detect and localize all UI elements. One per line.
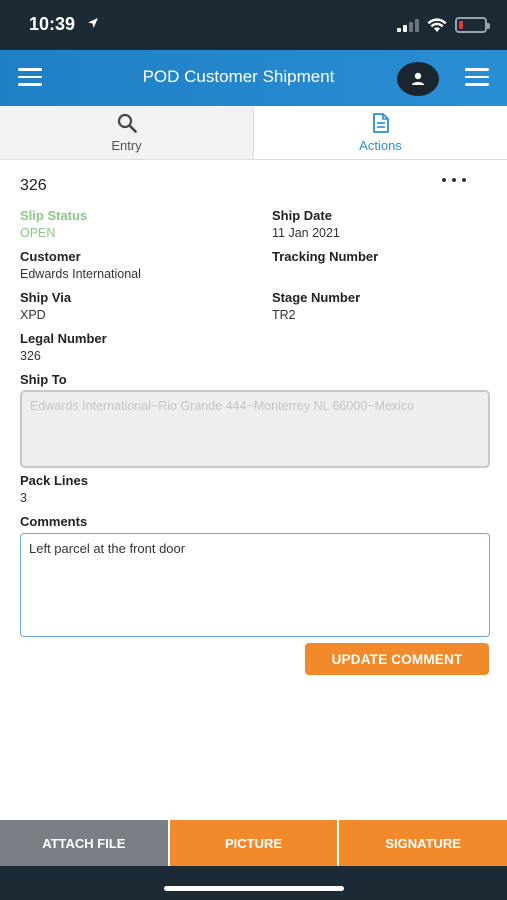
- customer-value: Edwards International: [20, 267, 141, 281]
- document-icon: [372, 113, 389, 133]
- battery-icon: [455, 17, 490, 33]
- attach-file-button[interactable]: ATTACH FILE: [0, 820, 170, 866]
- menu-right-hamburger-icon[interactable]: [465, 68, 489, 88]
- ship-to-field: Ship To: [20, 372, 67, 390]
- pack-lines-value: 3: [20, 491, 27, 505]
- slip-number: 326: [20, 177, 47, 194]
- ship-to-label: Ship To: [20, 372, 67, 387]
- ship-date-label: Ship Date: [272, 208, 332, 223]
- status-icons: [397, 15, 490, 35]
- ship-to-address-box: Edwards International~Rio Grande 444~Mon…: [20, 390, 490, 468]
- slip-status-field: Slip Status OPEN: [20, 208, 87, 240]
- wifi-icon: [427, 17, 447, 32]
- slip-status-label: Slip Status: [20, 208, 88, 223]
- tab-entry[interactable]: Entry: [0, 106, 254, 159]
- pack-lines-field: Pack Lines 3: [20, 473, 88, 505]
- more-options-button[interactable]: [442, 174, 466, 186]
- tab-actions[interactable]: Actions: [254, 106, 507, 159]
- battery-level: [459, 21, 463, 29]
- tab-entry-label: Entry: [111, 138, 142, 153]
- tab-bar: Entry Actions: [0, 106, 507, 160]
- location-arrow-icon: [88, 18, 98, 28]
- legal-number-label: Legal Number: [20, 331, 107, 346]
- customer-field: Customer Edwards International: [20, 249, 141, 281]
- stage-number-field: Stage Number TR2: [272, 290, 360, 322]
- user-icon: [412, 72, 424, 85]
- stage-number-value: TR2: [272, 308, 296, 322]
- slip-status-value: OPEN: [20, 226, 56, 240]
- comments-input[interactable]: Left parcel at the front door: [20, 533, 490, 637]
- home-indicator-area: [0, 866, 507, 900]
- ship-via-label: Ship Via: [20, 290, 72, 305]
- comments-label: Comments: [20, 514, 88, 529]
- ship-via-field: Ship Via XPD: [20, 290, 71, 322]
- comments-field: Comments: [20, 514, 87, 532]
- app-header: POD Customer Shipment: [0, 50, 507, 106]
- clock-time: 10:39: [29, 14, 76, 34]
- pack-lines-label: Pack Lines: [20, 473, 88, 488]
- tab-actions-label: Actions: [359, 138, 402, 153]
- bottom-action-bar: ATTACH FILE PICTURE SIGNATURE: [0, 820, 507, 866]
- more-horizontal-icon: [442, 178, 446, 182]
- cellular-signal-icon: [397, 18, 419, 32]
- status-bar: 10:39: [0, 0, 507, 50]
- update-comment-button[interactable]: UPDATE COMMENT: [305, 643, 489, 675]
- stage-number-label: Stage Number: [272, 290, 361, 305]
- user-avatar-button[interactable]: [397, 62, 439, 96]
- search-icon: [117, 113, 137, 133]
- ship-date-field: Ship Date 11 Jan 2021: [272, 208, 340, 240]
- ship-via-value: XPD: [20, 308, 46, 322]
- customer-label: Customer: [20, 249, 81, 264]
- legal-number-value: 326: [20, 349, 41, 363]
- ship-date-value: 11 Jan 2021: [272, 226, 340, 240]
- home-indicator[interactable]: [164, 886, 344, 891]
- picture-button[interactable]: PICTURE: [169, 820, 340, 866]
- legal-number-field: Legal Number 326: [20, 331, 107, 363]
- signature-button[interactable]: SIGNATURE: [339, 820, 507, 866]
- tracking-number-label: Tracking Number: [272, 249, 379, 264]
- tracking-number-field: Tracking Number: [272, 249, 378, 267]
